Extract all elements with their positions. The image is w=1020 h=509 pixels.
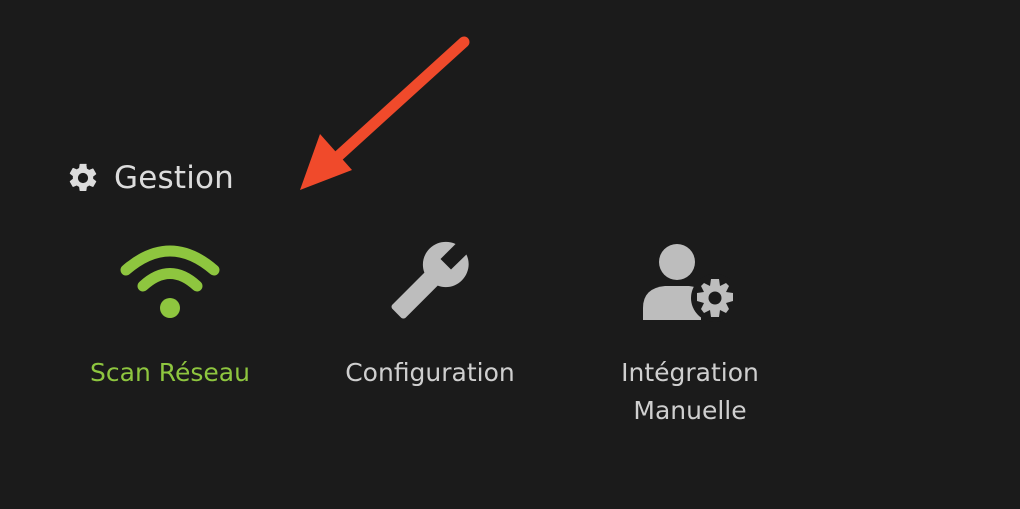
management-panel: Gestion Scan Réseau Configuration Intégr… xyxy=(0,0,1020,509)
wifi-icon xyxy=(115,230,225,330)
manual-integration-button[interactable]: Intégration Manuelle xyxy=(580,230,800,430)
scan-network-button[interactable]: Scan Réseau xyxy=(60,230,280,392)
configuration-button[interactable]: Configuration xyxy=(320,230,540,392)
section-title: Gestion xyxy=(114,160,235,196)
manual-integration-label: Intégration Manuelle xyxy=(621,358,759,425)
section-header: Gestion xyxy=(66,156,234,200)
configuration-label: Configuration xyxy=(345,358,515,387)
gear-icon xyxy=(69,163,97,192)
scan-network-label: Scan Réseau xyxy=(90,358,250,387)
user-gear-icon xyxy=(635,230,745,330)
wrench-icon xyxy=(375,230,485,330)
